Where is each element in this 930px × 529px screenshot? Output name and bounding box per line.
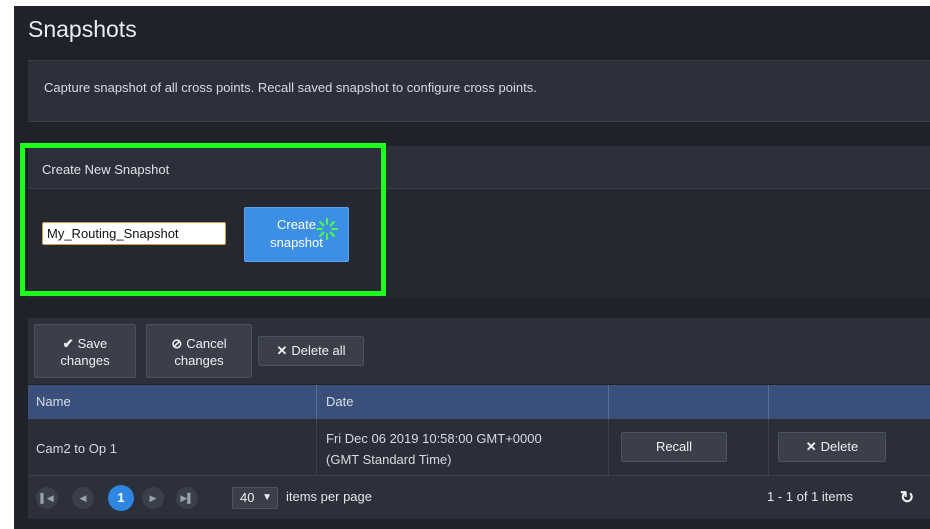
create-snapshot-title: Create New Snapshot [42,162,170,177]
recall-label: Recall [655,439,693,454]
page-size-value: 40 [240,490,255,505]
description-text: Capture snapshot of all cross points. Re… [44,80,537,95]
snapshot-name-cell: Cam2 to Op 1 [36,441,117,456]
save-label: Save [77,336,108,351]
column-divider [316,385,317,419]
column-header-date[interactable]: Date [326,394,353,409]
pager: ▌◀ ◀ 1 ▶ ▶▌ 40 ▼ items per page 1 - 1 of… [28,476,930,519]
page-title: Snapshots [28,16,137,42]
last-page-icon[interactable]: ▶▌ [176,487,198,509]
snapshot-date-cell: Fri Dec 06 2019 10:58:00 GMT+0000 (GMT S… [326,428,542,470]
table-row[interactable]: Cam2 to Op 1 Fri Dec 06 2019 10:58:00 GM… [28,419,930,476]
description-panel: Capture snapshot of all cross points. Re… [28,60,930,122]
current-page-button[interactable]: 1 [108,485,134,511]
column-header-name[interactable]: Name [36,394,71,409]
first-page-icon[interactable]: ▌◀ [36,487,58,509]
chevron-down-icon: ▼ [262,492,272,503]
items-per-page-label: items per page [286,489,372,504]
next-page-icon[interactable]: ▶ [142,487,164,509]
delete-row-button[interactable]: ✕ Delete [778,432,886,462]
save-changes-button[interactable]: ✔ Save changes [34,324,136,378]
cancel-label-line2: changes [174,353,224,368]
delete-all-label: Delete all [291,343,346,358]
refresh-icon[interactable]: ↻ [894,486,920,510]
date-line2: (GMT Standard Time) [326,452,452,467]
cancel-circle-icon: ⊘ [171,336,183,351]
delete-all-button[interactable]: ✕ Delete all [258,336,364,366]
row-divider [316,419,317,476]
grid-header: Name Date [28,385,930,419]
prev-page-icon[interactable]: ◀ [72,487,94,509]
close-icon: ✕ [276,343,288,358]
check-icon: ✔ [62,336,74,351]
pager-summary: 1 - 1 of 1 items [767,489,853,504]
row-divider [608,419,609,476]
delete-label: Delete [820,439,859,454]
grid-toolbar: ✔ Save changes ⊘ Cancel changes ✕ Delete al… [28,318,930,384]
create-snapshot-panel: Create New Snapshot Create snapshot [28,146,930,298]
date-line1: Fri Dec 06 2019 10:58:00 GMT+0000 [326,431,542,446]
create-snapshot-header: Create New Snapshot [28,146,930,189]
cancel-changes-button[interactable]: ⊘ Cancel changes [146,324,252,378]
snapshot-name-input[interactable] [42,222,226,245]
column-divider [608,385,609,419]
row-divider [768,419,769,476]
recall-button[interactable]: Recall [621,432,727,462]
column-divider [768,385,769,419]
loading-spinner-icon [316,218,338,240]
save-label-line2: changes [60,353,110,368]
page-size-select[interactable]: 40 ▼ [232,487,278,509]
close-icon: ✕ [805,439,817,454]
cancel-label: Cancel [186,336,227,351]
